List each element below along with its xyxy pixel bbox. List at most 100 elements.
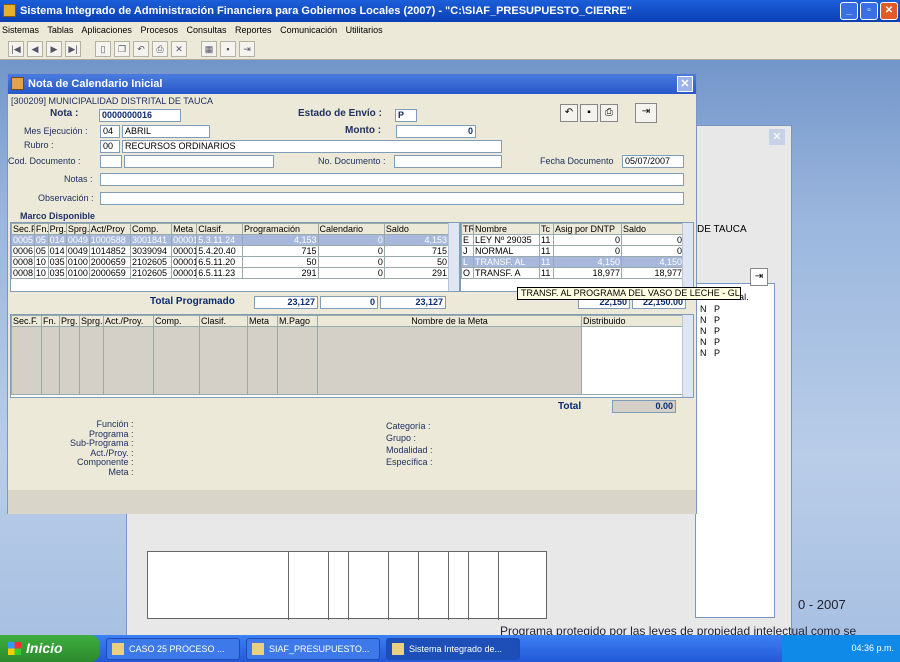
window-title-bar: Nota de Calendario Inicial ✕ <box>8 74 696 94</box>
monto-field[interactable]: 0 <box>396 125 476 138</box>
copy-icon[interactable]: ❐ <box>114 40 130 57</box>
save-icon[interactable]: ▪ <box>580 104 598 122</box>
close-icon[interactable]: ✕ <box>769 129 785 145</box>
minimize-button[interactable]: _ <box>840 2 858 20</box>
notas-field[interactable] <box>100 173 684 186</box>
app-title: Sistema Integrado de Administración Fina… <box>20 5 632 17</box>
table-row[interactable]: 0008 10 035 0100 2000659 2102605 00001 6.5.11.2… <box>11 267 450 279</box>
folder-icon <box>252 642 264 655</box>
coddoc-desc-field[interactable] <box>124 155 274 168</box>
first-record-icon[interactable]: |◀ <box>8 40 24 57</box>
menu-consultas[interactable]: Consultas <box>186 25 226 35</box>
total-programado-label: Total Programado <box>150 296 235 307</box>
window-footer <box>8 490 696 514</box>
tooltip: TRANSF. AL PROGRAMA DEL VASO DE LECHE - … <box>517 287 741 300</box>
total-programacion: 23,127 <box>254 296 318 309</box>
task-caso25[interactable]: CASO 25 PROCESO ... <box>106 637 240 660</box>
nota-field[interactable]: 0000000016 <box>99 109 181 122</box>
rubro-field[interactable]: RECURSOS ORDINARIOS <box>122 140 502 153</box>
coddoc-label: Cod. Documento : <box>8 156 81 166</box>
app-title-bar: Sistema Integrado de Administración Fina… <box>0 0 900 22</box>
background-grid <box>147 551 547 620</box>
document-icon <box>112 642 124 655</box>
metas-scrollbar[interactable] <box>682 315 693 397</box>
observacion-field[interactable] <box>100 192 684 205</box>
menu-bar: Sistemas Tablas Aplicaciones Procesos Co… <box>0 22 900 38</box>
mes-label: Mes Ejecución : <box>24 126 88 136</box>
table-row[interactable]: 0006 05 014 0049 1014852 3039094 00001 5.4.20.4… <box>11 245 450 257</box>
total-distribuido: 0.00 <box>612 400 676 413</box>
monto-label: Monto : <box>345 125 382 136</box>
info-right: Categoría : Grupo : Modalidad : Específi… <box>386 420 433 468</box>
close-button[interactable]: ✕ <box>880 2 898 20</box>
prev-record-icon[interactable]: ◀ <box>27 40 43 57</box>
ee-list: N P N P N P N P N P <box>700 304 721 358</box>
modalidad-label: Modalidad : <box>386 445 433 455</box>
ee-column: ⇥ E EE Cal. N P N P N P N P N P <box>695 268 775 618</box>
menu-tablas[interactable]: Tablas <box>47 25 73 35</box>
app-icon <box>3 4 16 17</box>
window-title: Nota de Calendario Inicial <box>28 78 163 90</box>
print-icon[interactable]: ⎙ <box>600 104 618 122</box>
entity-label: [300209] MUNICIPALIDAD DISTRITAL DE TAUC… <box>11 96 214 106</box>
next-record-icon[interactable]: ▶ <box>46 40 62 57</box>
meta-label: Meta : <box>108 466 134 477</box>
exit-icon[interactable]: ⇥ <box>239 40 255 57</box>
table-row[interactable]: E LEY Nº 29035 11 0 0 <box>461 234 684 246</box>
menu-sistemas[interactable]: Sistemas <box>2 25 39 35</box>
info-left: Función : Programa : Sub-Programa : Act.… <box>70 419 134 477</box>
undo-icon[interactable]: ↶ <box>560 104 578 122</box>
categoria-label: Categoría : <box>386 421 431 431</box>
table-row[interactable]: L TRANSF. AL 11 4,150 4,150 <box>461 256 684 268</box>
start-button[interactable]: Inicio <box>0 635 100 662</box>
table-row[interactable]: 0008 10 035 0100 2000659 2102605 00001 6.5.11.2… <box>11 256 450 268</box>
save-icon[interactable]: ▪ <box>220 40 236 57</box>
estado-field[interactable]: P <box>395 109 417 122</box>
close-icon[interactable]: ✕ <box>677 76 693 92</box>
nota-label: Nota : <box>50 108 79 119</box>
year-label: 0 - 2007 <box>798 597 846 612</box>
image-icon[interactable]: ▦ <box>201 40 217 57</box>
mes-field[interactable]: ABRIL <box>122 125 210 138</box>
grupo-label: Grupo : <box>386 433 417 443</box>
coddoc-field[interactable] <box>100 155 122 168</box>
task-sistema-integrado[interactable]: Sistema Integrado de... <box>386 637 520 660</box>
menu-comunicacion[interactable]: Comunicación <box>280 25 337 35</box>
last-record-icon[interactable]: ▶| <box>65 40 81 57</box>
estado-label: Estado de Envío : <box>298 108 382 119</box>
nodoc-label: No. Documento : <box>318 156 386 166</box>
windows-logo-icon <box>8 642 21 655</box>
marco-scrollbar[interactable] <box>448 223 459 291</box>
new-icon[interactable]: ▯ <box>95 40 111 57</box>
undo-icon[interactable]: ↶ <box>133 40 149 57</box>
rubro-detalle-grid: TRNombreTcAsig por DNTPSaldo ELEY Nº 290… <box>460 222 694 292</box>
menu-procesos[interactable]: Procesos <box>140 25 178 35</box>
rubro-code-field[interactable]: 00 <box>100 140 120 153</box>
print-icon[interactable]: ⎙ <box>152 40 168 57</box>
delete-icon[interactable]: ✕ <box>171 40 187 57</box>
menu-reportes[interactable]: Reportes <box>235 25 272 35</box>
menu-aplicaciones[interactable]: Aplicaciones <box>81 25 132 35</box>
notas-label: Notas : <box>64 174 93 184</box>
fecha-field[interactable]: 05/07/2007 <box>622 155 684 168</box>
marco-label: Marco Disponible <box>20 211 96 221</box>
window-icon <box>11 77 24 90</box>
metas-grid: Sec.F. Fn. Prg. Sprg. Act./Proy. Comp. Clasif.… <box>10 314 694 398</box>
table-row[interactable]: J NORMAL 11 0 0 <box>461 245 684 257</box>
table-row[interactable]: O TRANSF. A 11 18,977 18,977 <box>461 267 684 279</box>
exit-icon[interactable]: ⇥ <box>635 103 657 123</box>
nodoc-field[interactable] <box>394 155 502 168</box>
system-tray: 04:36 p.m. <box>782 635 900 662</box>
detalle-scrollbar[interactable] <box>682 223 693 291</box>
table-row[interactable]: 0005 05 014 0049 1000588 3001841 00001 5.3.11.2… <box>11 234 450 246</box>
task-siaf-presupuesto[interactable]: SIAF_PRESUPUESTO... <box>246 637 380 660</box>
entity-partial: DE TAUCA <box>697 224 747 235</box>
total-calendario: 0 <box>320 296 378 309</box>
maximize-button[interactable]: ▫ <box>860 2 878 20</box>
especifica-label: Específica : <box>386 457 433 467</box>
fecha-label: Fecha Documento <box>540 156 614 166</box>
mes-code-field[interactable]: 04 <box>100 125 120 138</box>
clock[interactable]: 04:36 p.m. <box>851 643 894 653</box>
exit-icon[interactable]: ⇥ <box>750 268 768 286</box>
menu-utilitarios[interactable]: Utilitarios <box>346 25 383 35</box>
